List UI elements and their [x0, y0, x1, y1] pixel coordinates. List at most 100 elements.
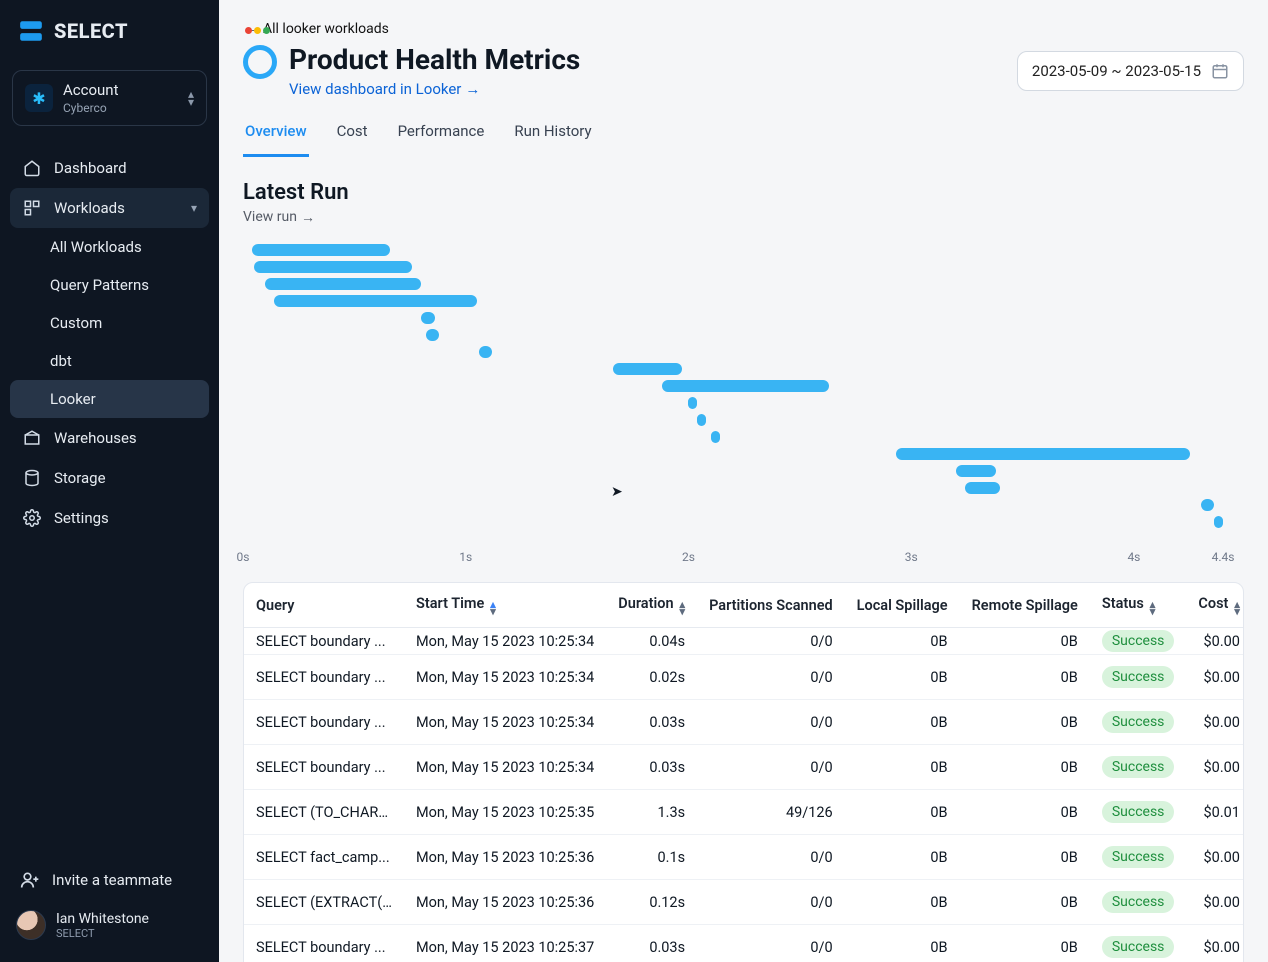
breadcrumb[interactable]: ← All looker workloads: [243, 20, 1244, 37]
gantt-bar[interactable]: [688, 397, 697, 409]
tab-run-history[interactable]: Run History: [512, 116, 593, 157]
gantt-bar[interactable]: [711, 431, 720, 443]
cell-remote: 0B: [960, 628, 1090, 655]
nav-label: Storage: [54, 469, 106, 487]
gantt-bar[interactable]: [965, 482, 1001, 494]
col-duration[interactable]: Duration▴▾: [606, 583, 697, 628]
gantt-chart: 0s1s2s3s4s4.4s ➤: [243, 244, 1244, 568]
gantt-bar[interactable]: [274, 295, 477, 307]
status-badge: Success: [1102, 801, 1175, 823]
user-name: Ian Whitestone: [56, 911, 149, 927]
nav-custom[interactable]: Custom: [10, 304, 209, 342]
nav-dbt[interactable]: dbt: [10, 342, 209, 380]
view-run-link[interactable]: View run →: [243, 209, 315, 226]
current-user[interactable]: Ian Whitestone SELECT: [10, 900, 209, 950]
account-org: Cyberco: [63, 101, 178, 115]
gantt-tick: 2s: [682, 550, 695, 564]
tab-performance[interactable]: Performance: [396, 116, 487, 157]
nav-workloads[interactable]: Workloads ▾: [10, 188, 209, 228]
cell-status: Success: [1090, 880, 1187, 925]
nav-label: All Workloads: [50, 238, 142, 256]
looker-icon: [243, 45, 277, 79]
brand-name: SELECT: [54, 19, 128, 43]
nav-looker[interactable]: Looker: [10, 380, 209, 418]
col-remote-spillage[interactable]: Remote Spillage: [960, 583, 1090, 628]
cell-partitions: 0/0: [697, 745, 845, 790]
gantt-bar[interactable]: [1214, 516, 1223, 528]
gantt-bar[interactable]: [254, 261, 412, 273]
cell-status: Success: [1090, 745, 1187, 790]
cell-status: Success: [1090, 700, 1187, 745]
gantt-tick: 4.4s: [1212, 550, 1235, 564]
cell-remote: 0B: [960, 700, 1090, 745]
col-query[interactable]: Query: [244, 583, 404, 628]
cell-query: SELECT (TO_CHAR(...: [244, 790, 404, 835]
col-local-spillage[interactable]: Local Spillage: [845, 583, 960, 628]
table-row[interactable]: SELECT boundary ...Mon, May 15 2023 10:2…: [244, 700, 1244, 745]
account-switcher[interactable]: ✱ Account Cyberco ▴▾: [12, 70, 207, 126]
gantt-bar[interactable]: [252, 244, 390, 256]
gantt-bar[interactable]: [479, 346, 492, 358]
brand-logo[interactable]: SELECT: [10, 18, 209, 44]
gantt-bar[interactable]: [426, 329, 439, 341]
gantt-bar[interactable]: [421, 312, 434, 324]
col-cost[interactable]: Cost▴▾: [1186, 583, 1244, 628]
gantt-bar[interactable]: [662, 380, 829, 392]
breadcrumb-label: All looker workloads: [263, 21, 389, 37]
status-badge: Success: [1102, 666, 1175, 688]
status-badge: Success: [1102, 936, 1175, 958]
cell-duration: 0.02s: [606, 655, 697, 700]
col-status[interactable]: Status▴▾: [1090, 583, 1187, 628]
cell-partitions: 0/0: [697, 835, 845, 880]
invite-label: Invite a teammate: [52, 871, 172, 889]
gantt-bar[interactable]: [613, 363, 682, 375]
cell-local: 0B: [845, 790, 960, 835]
gantt-bar[interactable]: [697, 414, 706, 426]
table-row[interactable]: SELECT boundary ...Mon, May 15 2023 10:2…: [244, 628, 1244, 655]
table-row[interactable]: SELECT (EXTRACT(...Mon, May 15 2023 10:2…: [244, 880, 1244, 925]
nav-settings[interactable]: Settings: [10, 498, 209, 538]
tab-cost[interactable]: Cost: [335, 116, 370, 157]
nav-dashboard[interactable]: Dashboard: [10, 148, 209, 188]
tabs: Overview Cost Performance Run History: [243, 116, 1244, 158]
cell-query: SELECT boundary ...: [244, 745, 404, 790]
table-row[interactable]: SELECT boundary ...Mon, May 15 2023 10:2…: [244, 655, 1244, 700]
nav-warehouses[interactable]: Warehouses: [10, 418, 209, 458]
nav-storage[interactable]: Storage: [10, 458, 209, 498]
cell-duration: 0.04s: [606, 628, 697, 655]
tab-overview[interactable]: Overview: [243, 116, 309, 157]
warehouse-icon: [22, 428, 42, 448]
cell-cost: $0.00: [1186, 745, 1244, 790]
cell-partitions: 0/0: [697, 700, 845, 745]
cell-query: SELECT boundary ...: [244, 925, 404, 962]
gantt-tick: 0s: [237, 550, 250, 564]
table-row[interactable]: SELECT boundary ...Mon, May 15 2023 10:2…: [244, 925, 1244, 962]
cell-start: Mon, May 15 2023 10:25:34: [404, 655, 606, 700]
cell-duration: 0.03s: [606, 745, 697, 790]
gantt-bar[interactable]: [265, 278, 421, 290]
invite-teammate[interactable]: Invite a teammate: [10, 860, 209, 900]
gantt-tick: 4s: [1127, 550, 1140, 564]
gantt-bar[interactable]: [896, 448, 1190, 460]
nav-all-workloads[interactable]: All Workloads: [10, 228, 209, 266]
nav-label: Workloads: [54, 199, 125, 217]
date-range-picker[interactable]: 2023-05-09 ~ 2023-05-15: [1017, 51, 1244, 91]
view-run-text: View run: [243, 209, 297, 226]
col-partitions[interactable]: Partitions Scanned: [697, 583, 845, 628]
nav-query-patterns[interactable]: Query Patterns: [10, 266, 209, 304]
sort-icon: ▴▾: [490, 602, 496, 615]
gantt-bar[interactable]: [956, 465, 996, 477]
cell-duration: 0.12s: [606, 880, 697, 925]
view-in-looker-link[interactable]: View dashboard in Looker →: [289, 80, 480, 98]
database-icon: [22, 468, 42, 488]
cell-local: 0B: [845, 745, 960, 790]
gantt-bar[interactable]: [1201, 499, 1214, 511]
table-row[interactable]: SELECT fact_camp...Mon, May 15 2023 10:2…: [244, 835, 1244, 880]
nav: Dashboard Workloads ▾ All Workloads Quer…: [10, 148, 209, 538]
cell-query: SELECT fact_camp...: [244, 835, 404, 880]
table-header-row: Query Start Time▴▾ Duration▴▾ Partitions…: [244, 583, 1244, 628]
arrow-right-icon: →: [301, 209, 315, 226]
table-row[interactable]: SELECT (TO_CHAR(...Mon, May 15 2023 10:2…: [244, 790, 1244, 835]
table-row[interactable]: SELECT boundary ...Mon, May 15 2023 10:2…: [244, 745, 1244, 790]
col-start-time[interactable]: Start Time▴▾: [404, 583, 606, 628]
